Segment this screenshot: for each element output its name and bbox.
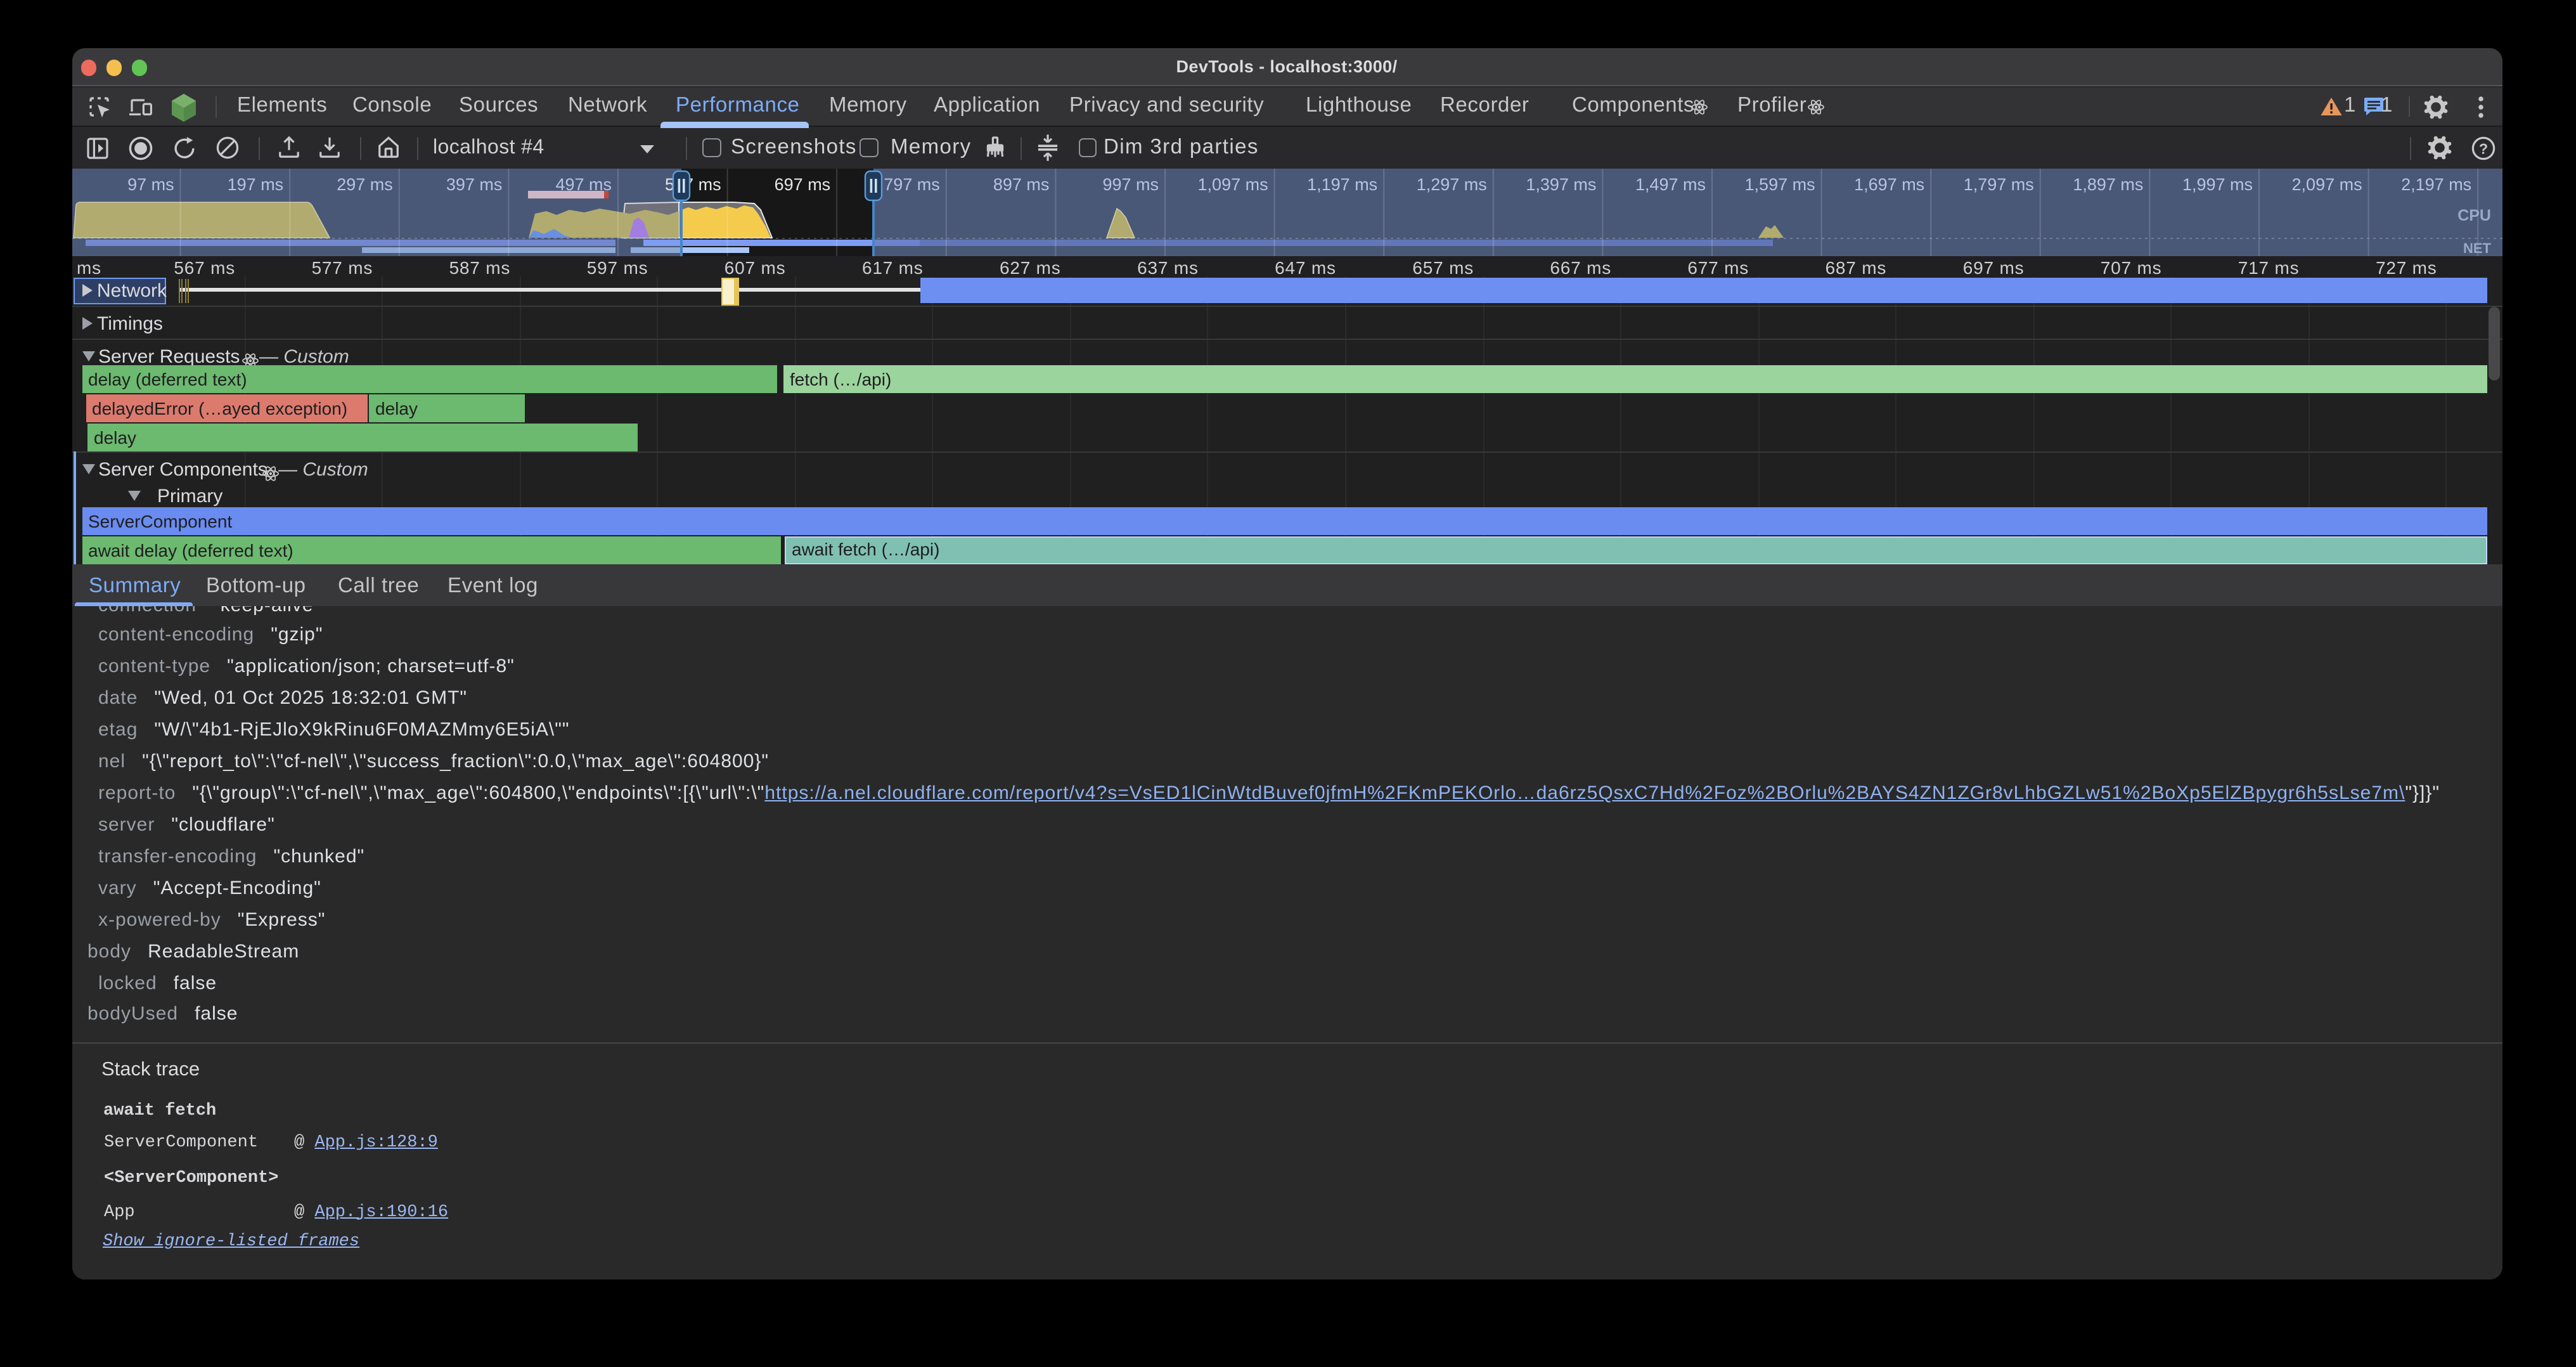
svg-text:997 ms: 997 ms xyxy=(1102,174,1158,193)
svg-text:197 ms: 197 ms xyxy=(227,174,283,193)
svg-text:1,497 ms: 1,497 ms xyxy=(1635,174,1705,193)
svg-text:897 ms: 897 ms xyxy=(993,174,1049,193)
svg-text:97 ms: 97 ms xyxy=(127,174,174,193)
svg-text:397 ms: 397 ms xyxy=(446,174,502,193)
svg-text:297 ms: 297 ms xyxy=(336,174,392,193)
svg-text:2,097 ms: 2,097 ms xyxy=(2291,174,2362,193)
svg-text:797 ms: 797 ms xyxy=(883,174,939,193)
svg-text:1,597 ms: 1,597 ms xyxy=(1744,174,1815,193)
svg-text:1,997 ms: 1,997 ms xyxy=(2182,174,2252,193)
svg-text:1,797 ms: 1,797 ms xyxy=(1963,174,2033,193)
svg-text:1,097 ms: 1,097 ms xyxy=(1197,174,1268,193)
svg-text:NET: NET xyxy=(2463,240,2491,256)
svg-text:2,197 ms: 2,197 ms xyxy=(2400,174,2471,193)
svg-text:1,197 ms: 1,197 ms xyxy=(1306,174,1377,193)
svg-text:1,297 ms: 1,297 ms xyxy=(1416,174,1486,193)
svg-text:1,897 ms: 1,897 ms xyxy=(2072,174,2142,193)
svg-text:1,397 ms: 1,397 ms xyxy=(1525,174,1595,193)
svg-text:497 ms: 497 ms xyxy=(555,174,611,193)
svg-text:697 ms: 697 ms xyxy=(774,174,830,193)
svg-text:1,697 ms: 1,697 ms xyxy=(1853,174,1924,193)
svg-text:CPU: CPU xyxy=(2457,206,2490,224)
svg-text:?: ? xyxy=(2478,139,2487,156)
